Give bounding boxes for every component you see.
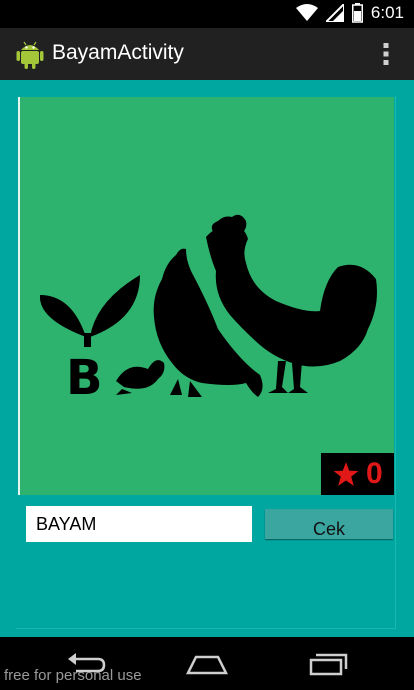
status-icons: 6:01: [295, 3, 404, 23]
watermark-text: free for personal use: [4, 667, 142, 684]
wifi-icon: [295, 4, 318, 21]
status-bar: 6:01: [0, 0, 414, 28]
battery-icon: [351, 3, 363, 23]
star-icon: [333, 462, 359, 486]
android-icon[interactable]: [14, 38, 46, 70]
clock: 6:01: [370, 3, 404, 22]
answer-input[interactable]: [26, 506, 252, 542]
image-letter: B: [66, 350, 103, 406]
puzzle-image: B: [18, 97, 394, 495]
score-value: 0: [366, 457, 383, 490]
home-icon[interactable]: [186, 651, 228, 677]
action-bar: BayamActivity: [0, 28, 414, 80]
check-button[interactable]: Cek: [265, 509, 393, 539]
chicken-silhouette-image: B: [39, 214, 377, 406]
recents-icon[interactable]: [308, 651, 348, 677]
overflow-menu-icon[interactable]: [382, 42, 390, 66]
app-title: BayamActivity: [52, 41, 184, 64]
score-badge: 0: [321, 453, 394, 495]
signal-icon: [325, 4, 344, 22]
